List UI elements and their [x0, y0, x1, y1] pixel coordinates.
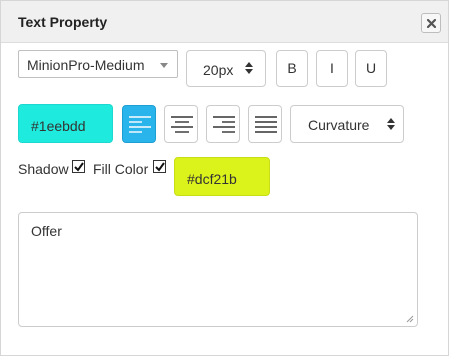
fill-color-checkbox[interactable] [153, 160, 166, 173]
shadow-label: Shadow [18, 161, 69, 177]
checkmark-icon [155, 162, 165, 172]
font-family-select[interactable]: MinionPro-Medium [18, 50, 178, 78]
panel-header: Text Property [1, 1, 448, 43]
curvature-label: Curvature [308, 117, 370, 133]
align-left-button[interactable] [122, 105, 156, 143]
shadow-checkbox[interactable] [72, 160, 85, 173]
up-down-arrows-icon [245, 62, 253, 74]
align-center-button[interactable] [164, 105, 198, 143]
chevron-down-icon [160, 63, 168, 68]
checkmark-icon [74, 162, 84, 172]
text-input-value: Offer [31, 223, 62, 239]
align-left-icon [129, 116, 151, 133]
resize-grip-icon[interactable] [406, 315, 414, 323]
italic-button[interactable]: I [316, 50, 348, 87]
text-property-panel: Text Property MinionPro-Medium 20px B I … [0, 0, 449, 356]
text-color-picker[interactable]: #1eebdd [18, 104, 113, 143]
text-input[interactable]: Offer [18, 212, 418, 327]
align-right-button[interactable] [206, 105, 240, 143]
font-size-value: 20px [203, 62, 234, 78]
curvature-select[interactable]: Curvature [290, 105, 404, 143]
close-button[interactable] [421, 13, 441, 33]
fill-color-picker[interactable]: #dcf21b [174, 157, 270, 196]
align-center-icon [171, 116, 193, 133]
text-color-value: #1eebdd [31, 118, 86, 134]
align-right-icon [213, 116, 235, 133]
align-justify-icon [255, 116, 277, 133]
font-size-stepper[interactable]: 20px [186, 50, 266, 87]
panel-title: Text Property [18, 14, 108, 30]
font-family-value: MinionPro-Medium [27, 57, 145, 73]
underline-button[interactable]: U [355, 50, 387, 87]
fill-color-label: Fill Color [93, 161, 149, 177]
align-justify-button[interactable] [248, 105, 282, 143]
bold-button[interactable]: B [276, 50, 308, 87]
up-down-arrows-icon [387, 118, 395, 130]
close-icon [427, 19, 436, 28]
fill-color-value: #dcf21b [187, 171, 237, 187]
